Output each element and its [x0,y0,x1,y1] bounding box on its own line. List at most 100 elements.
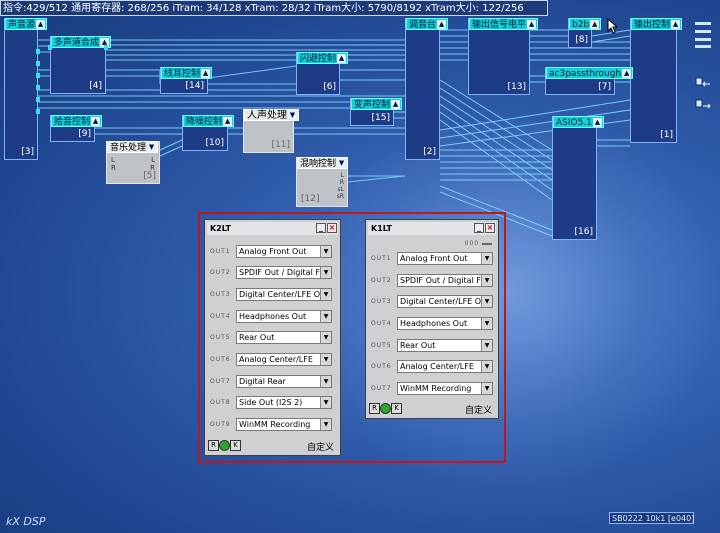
output-select[interactable]: Headphones Out ▼ [236,310,332,323]
chevron-up-icon[interactable]: ▲ [437,20,447,29]
chevron-up-icon[interactable]: ▲ [201,69,211,78]
output-select[interactable]: SPDIF Out / Digital Fro ▼ [397,274,493,287]
route-out-icon[interactable] [695,96,711,109]
status-indicator-icon[interactable] [380,403,391,414]
module-title[interactable]: 声音源 ▲ [5,18,48,30]
dropdown-arrow-icon[interactable]: ▼ [481,383,492,394]
module-title[interactable]: 人声处理 ▼ [244,109,299,121]
module-title[interactable]: 拾音控制 ▲ [51,115,103,127]
close-button[interactable]: × [327,223,337,233]
dropdown-arrow-icon[interactable]: ▼ [320,289,331,300]
output-select[interactable]: Analog Center/LFE ▼ [397,360,493,373]
output-select[interactable]: Digital Rear ▼ [236,375,332,388]
window-title-bar[interactable]: K1LT _ × [368,222,496,235]
k-button[interactable]: K [230,440,241,451]
dropdown-arrow-icon[interactable]: ▼ [481,275,492,286]
minimize-button[interactable]: _ [474,223,484,233]
module-b2b[interactable]: b2b ▲ [8] [568,18,602,48]
dropdown-arrow-icon[interactable]: ▼ [481,318,492,329]
dropdown-arrow-icon[interactable]: ▼ [320,376,331,387]
module-title[interactable]: 变声控制 ▲ [351,98,403,110]
menu-button[interactable] [695,22,711,25]
module-title[interactable]: ac3passthrough ▲ [546,67,634,79]
dropdown-arrow-icon[interactable]: ▼ [320,397,331,408]
output-select[interactable]: SPDIF Out / Digital Fro ▼ [236,266,332,279]
dropdown-arrow-icon[interactable]: ▼ [320,267,331,278]
chevron-down-icon[interactable]: ▼ [147,143,157,152]
input-pin[interactable] [48,45,52,50]
dropdown-arrow-icon[interactable]: ▼ [481,253,492,264]
module-music-processing[interactable]: 音乐处理 ▼ LR LR [5] [106,141,160,184]
dropdown-arrow-icon[interactable]: ▼ [481,296,492,307]
module-output-control[interactable]: 输出控制 ▲ [1] [630,18,683,143]
dropdown-arrow-icon[interactable]: ▼ [481,340,492,351]
chevron-up-icon[interactable]: ▲ [91,117,101,126]
module-title[interactable]: b2b ▲ [569,18,602,30]
module-title[interactable]: 线耳控制 ▲ [161,67,213,79]
output-select[interactable]: Rear Out ▼ [397,339,493,352]
output-pin[interactable] [36,61,40,66]
module-vocal-processing[interactable]: 人声处理 ▼ [11] [243,109,299,153]
output-select[interactable]: Analog Center/LFE ▼ [236,353,332,366]
minimize-button[interactable]: _ [316,223,326,233]
k-button[interactable]: K [391,403,402,414]
route-in-icon[interactable] [695,74,711,87]
output-pin[interactable] [36,85,40,90]
output-select[interactable]: Digital Center/LFE Out ▼ [236,288,332,301]
output-select[interactable]: Analog Front Out ▼ [236,245,332,258]
output-pin[interactable] [104,45,108,50]
k2lt-window[interactable]: K2LT _ × OUT1 Analog Front Out ▼ OUT2 SPDIF… [204,219,341,456]
customize-label[interactable]: 自定义 [465,403,492,416]
dropdown-arrow-icon[interactable]: ▼ [481,361,492,372]
output-select[interactable]: Analog Front Out ▼ [397,252,493,265]
module-title[interactable]: 调音台 ▲ [406,18,449,30]
output-pin[interactable] [36,49,40,54]
module-sound-source[interactable]: 声音源 ▲ [3] [4,18,48,160]
k1lt-window[interactable]: K1LT _ × 000 OUT1 Analog Front Out ▼ OUT2 S… [365,219,499,419]
output-pin[interactable] [36,73,40,78]
close-button[interactable]: × [485,223,495,233]
chevron-up-icon[interactable]: ▲ [590,20,600,29]
chevron-up-icon[interactable]: ▲ [592,118,602,127]
output-select[interactable]: WinMM Recording ▼ [397,382,493,395]
dropdown-arrow-icon[interactable]: ▼ [320,419,331,430]
menu-button[interactable] [695,30,711,33]
module-title[interactable]: 降噪控制 ▲ [183,115,235,127]
chevron-up-icon[interactable]: ▲ [391,100,401,109]
module-noise-reduction[interactable]: 降噪控制 ▲ [10] [182,115,235,151]
module-title[interactable]: 输出信号电平 ▲ [469,18,539,30]
module-pickup-control[interactable]: 拾音控制 ▲ [9] [50,115,103,142]
chevron-up-icon[interactable]: ▲ [671,20,681,29]
module-mixer[interactable]: 调音台 ▲ [2] [405,18,449,160]
module-title[interactable]: 多声道合成 ▲ [51,36,112,48]
module-asio51[interactable]: ASIO5.1 ▲ [16] [552,116,604,240]
menu-button[interactable] [695,45,711,48]
output-pin[interactable] [36,97,40,102]
chevron-down-icon[interactable]: ▼ [288,111,297,120]
module-title[interactable]: 闪避控制 ▲ [297,52,349,64]
module-title[interactable]: ASIO5.1 ▲ [553,116,604,128]
chevron-up-icon[interactable]: ▲ [527,20,537,29]
window-title-bar[interactable]: K2LT _ × [207,222,338,235]
module-reverb-control[interactable]: 混响控制 ▼ L RsL sR [12] [296,157,349,207]
module-title[interactable]: 音乐处理 ▼ [107,141,159,153]
module-voice-changer[interactable]: 变声控制 ▲ [15] [350,98,403,126]
module-multichannel-mix[interactable]: 多声道合成 ▲ [4] [48,36,112,94]
reset-button[interactable]: R [208,440,219,451]
output-select[interactable]: Rear Out ▼ [236,331,332,344]
output-pin[interactable] [36,109,40,114]
customize-label[interactable]: 自定义 [307,440,334,453]
dropdown-arrow-icon[interactable]: ▼ [320,246,331,257]
module-duck-control[interactable]: 闪避控制 ▲ [6] [296,52,349,95]
module-title[interactable]: 输出控制 ▲ [631,18,683,30]
menu-button[interactable] [695,38,711,41]
chevron-up-icon[interactable]: ▲ [223,117,233,126]
reset-button[interactable]: R [369,403,380,414]
dropdown-arrow-icon[interactable]: ▼ [320,354,331,365]
chevron-up-icon[interactable]: ▲ [36,20,46,29]
output-select[interactable]: Side Out (I2S 2) ▼ [236,396,332,409]
output-select[interactable]: Digital Center/LFE Out ▼ [397,295,493,308]
module-ear-control[interactable]: 线耳控制 ▲ [14] [160,67,213,94]
output-select[interactable]: WinMM Recording ▼ [236,418,332,431]
chevron-down-icon[interactable]: ▼ [337,159,347,168]
